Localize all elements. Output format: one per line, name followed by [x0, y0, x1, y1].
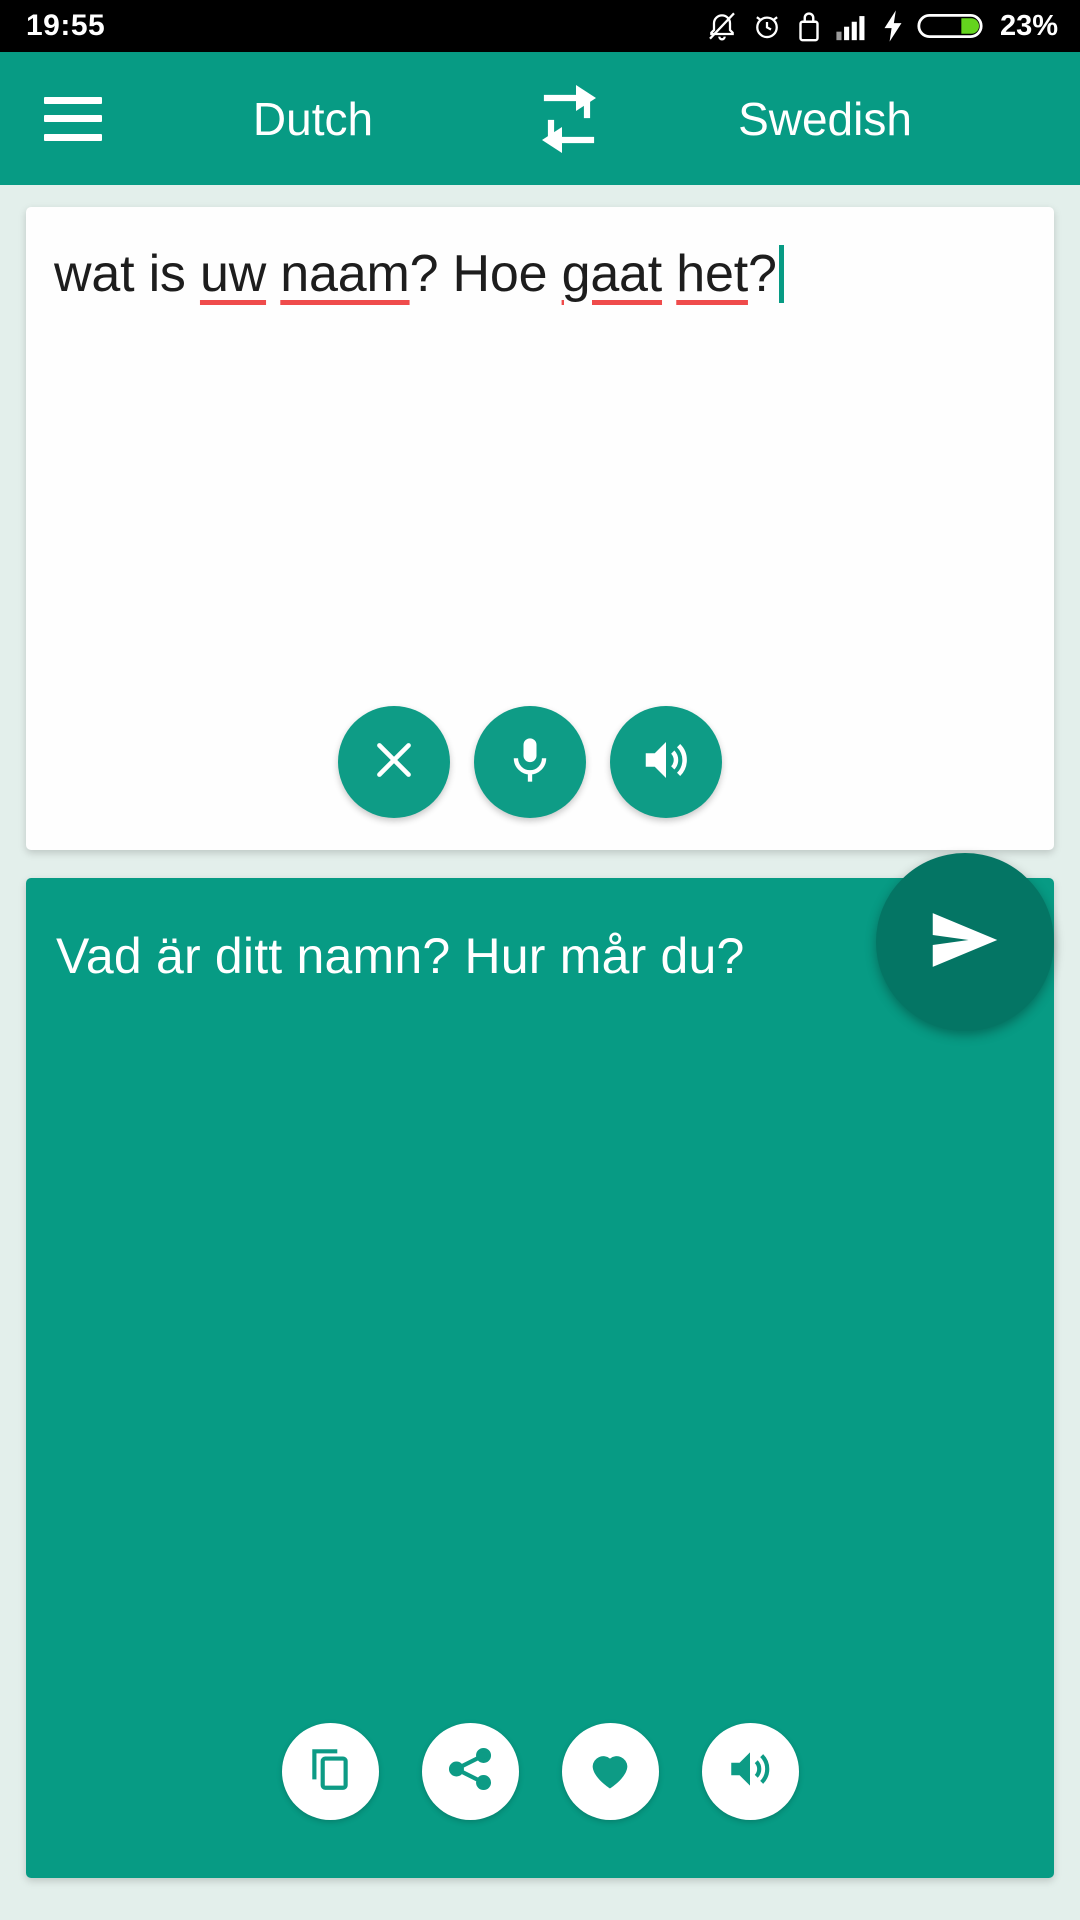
source-actions: [26, 706, 1054, 818]
battery-percent: 23%: [999, 9, 1058, 42]
alarm-icon: [751, 9, 783, 43]
copy-button[interactable]: [281, 1723, 379, 1820]
source-text-run: wat is: [54, 245, 200, 303]
bell-muted-icon: [706, 9, 738, 43]
target-actions: [26, 1723, 1054, 1820]
target-language-selector[interactable]: Swedish: [604, 92, 1046, 146]
text-cursor: [778, 245, 784, 303]
signal-bars-icon: [835, 9, 869, 43]
target-text-card[interactable]: Vad är ditt namn? Hur mår du?: [26, 878, 1054, 1878]
speak-target-button[interactable]: [701, 1723, 799, 1820]
swap-languages-icon[interactable]: [534, 81, 604, 157]
send-icon: [922, 897, 1008, 988]
source-text-run: ? Hoe: [409, 245, 562, 303]
misspelled-word: gaat: [561, 245, 663, 303]
status-bar: 19:55 23%: [0, 0, 1080, 52]
battery-icon: [917, 9, 983, 43]
status-icons: 23%: [706, 9, 1058, 43]
source-language-selector[interactable]: Dutch: [92, 92, 534, 146]
source-text-card[interactable]: wat is uw naam? Hoe gaat het?: [26, 207, 1054, 850]
source-text-run: ?: [747, 245, 777, 303]
source-text-run: [266, 245, 280, 303]
app-bar: Dutch Swedish: [0, 52, 1080, 185]
favorite-button[interactable]: [561, 1723, 659, 1820]
misspelled-word: uw: [199, 245, 267, 303]
charging-bolt-icon: [882, 9, 904, 43]
source-text-run: [662, 245, 676, 303]
translator-body: wat is uw naam? Hoe gaat het? Vad är dit…: [0, 207, 1080, 1920]
speaker-icon: [725, 1744, 775, 1799]
share-icon: [445, 1744, 495, 1799]
misspelled-word: het: [676, 245, 748, 303]
speaker-icon: [639, 733, 693, 792]
source-text-input[interactable]: wat is uw naam? Hoe gaat het?: [54, 245, 1026, 305]
microphone-button[interactable]: [474, 706, 586, 818]
heart-icon: [584, 1743, 636, 1800]
close-icon: [369, 735, 419, 790]
misspelled-word: naam: [280, 245, 410, 303]
microphone-icon: [504, 734, 556, 791]
send-button[interactable]: [876, 853, 1054, 1031]
speak-source-button[interactable]: [610, 706, 722, 818]
lock-icon: [796, 9, 822, 43]
copy-icon: [305, 1744, 355, 1799]
share-button[interactable]: [421, 1723, 519, 1820]
status-time: 19:55: [26, 9, 106, 42]
clear-button[interactable]: [338, 706, 450, 818]
